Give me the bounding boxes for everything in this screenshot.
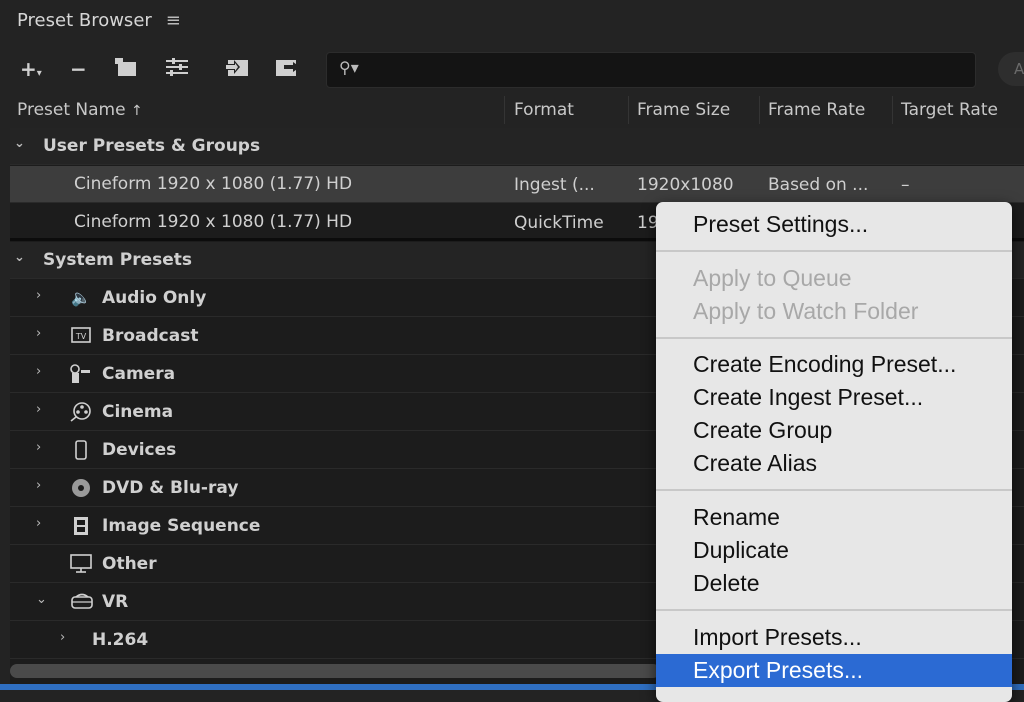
menu-item-export-presets[interactable]: Export Presets... bbox=[656, 654, 1012, 687]
preset-name: Cineform 1920 x 1080 (1.77) HD bbox=[74, 174, 353, 194]
chevron-right-icon[interactable]: › bbox=[60, 630, 65, 645]
group-user-presets[interactable]: ⌄ User Presets & Groups bbox=[10, 128, 1024, 165]
category-label: Audio Only bbox=[102, 288, 207, 308]
preset-target-rate: – bbox=[901, 175, 910, 195]
filmstrip-icon bbox=[70, 516, 92, 540]
menu-item-apply-to-watch-folder[interactable]: Apply to Watch Folder bbox=[656, 295, 1012, 328]
column-divider bbox=[628, 96, 629, 124]
search-input[interactable] bbox=[371, 57, 965, 83]
remove-preset-icon[interactable]: − bbox=[70, 56, 87, 82]
category-label: Devices bbox=[102, 440, 177, 460]
preset-name: Cineform 1920 x 1080 (1.77) HD bbox=[74, 212, 353, 232]
menu-item-create-encoding-preset[interactable]: Create Encoding Preset... bbox=[656, 348, 1012, 381]
preset-settings-icon[interactable] bbox=[164, 56, 190, 82]
category-label: VR bbox=[102, 592, 129, 612]
toolbar: +▾ − ⚲▾ A bbox=[0, 50, 1024, 90]
group-label: User Presets & Groups bbox=[43, 136, 261, 156]
export-presets-icon[interactable] bbox=[274, 56, 302, 82]
apply-button[interactable]: A bbox=[998, 52, 1024, 86]
category-label: Image Sequence bbox=[102, 516, 261, 536]
chevron-right-icon[interactable]: › bbox=[36, 516, 41, 531]
new-group-icon[interactable] bbox=[114, 56, 140, 82]
column-preset-name[interactable]: Preset Name ↑ bbox=[17, 100, 143, 120]
chevron-right-icon[interactable]: › bbox=[36, 364, 41, 379]
panel-title: Preset Browser bbox=[17, 9, 152, 31]
category-label: Other bbox=[102, 554, 157, 574]
film-reel-icon bbox=[70, 402, 92, 426]
chevron-right-icon[interactable]: › bbox=[36, 478, 41, 493]
horizontal-scrollbar[interactable] bbox=[10, 664, 660, 678]
menu-item-preset-settings[interactable]: Preset Settings... bbox=[656, 208, 1012, 241]
column-frame-rate[interactable]: Frame Rate bbox=[768, 100, 865, 120]
category-label: DVD & Blu-ray bbox=[102, 478, 239, 498]
group-label: System Presets bbox=[43, 250, 192, 270]
column-divider bbox=[892, 96, 893, 124]
column-frame-size[interactable]: Frame Size bbox=[637, 100, 730, 120]
column-divider bbox=[759, 96, 760, 124]
panel-header: Preset Browser ≡ bbox=[0, 0, 1024, 40]
menu-item-rename[interactable]: Rename bbox=[656, 501, 1012, 534]
menu-separator bbox=[656, 609, 1012, 611]
context-menu: Preset Settings... Apply to Queue Apply … bbox=[656, 202, 1012, 702]
menu-separator bbox=[656, 489, 1012, 491]
hamburger-icon[interactable]: ≡ bbox=[166, 10, 181, 31]
add-preset-icon[interactable]: +▾ bbox=[20, 56, 42, 82]
camera-icon bbox=[70, 364, 92, 388]
column-divider bbox=[504, 96, 505, 124]
search-box[interactable]: ⚲▾ bbox=[326, 52, 976, 88]
chevron-right-icon[interactable]: › bbox=[36, 402, 41, 417]
chevron-down-icon[interactable]: ⌄ bbox=[36, 592, 47, 607]
chevron-down-icon[interactable]: ⌄ bbox=[14, 250, 25, 265]
preset-frame-rate: Based on ... bbox=[768, 175, 869, 195]
sort-ascending-icon: ↑ bbox=[130, 103, 143, 119]
preset-format: QuickTime bbox=[514, 213, 604, 233]
menu-item-create-alias[interactable]: Create Alias bbox=[656, 447, 1012, 480]
chevron-right-icon[interactable]: › bbox=[36, 440, 41, 455]
menu-item-duplicate[interactable]: Duplicate bbox=[656, 534, 1012, 567]
menu-item-create-ingest-preset[interactable]: Create Ingest Preset... bbox=[656, 381, 1012, 414]
svg-text:TV: TV bbox=[75, 332, 87, 341]
category-label: Camera bbox=[102, 364, 176, 384]
import-presets-icon[interactable] bbox=[222, 56, 250, 82]
category-label: H.264 bbox=[92, 630, 149, 650]
menu-separator bbox=[656, 250, 1012, 252]
menu-item-delete[interactable]: Delete bbox=[656, 567, 1012, 600]
preset-row[interactable]: Cineform 1920 x 1080 (1.77) HD Ingest (.… bbox=[10, 166, 1024, 203]
category-label: Cinema bbox=[102, 402, 174, 422]
preset-format: Ingest (... bbox=[514, 175, 595, 195]
chevron-right-icon[interactable]: › bbox=[36, 288, 41, 303]
menu-separator bbox=[656, 337, 1012, 339]
vr-headset-icon bbox=[70, 592, 93, 616]
phone-icon bbox=[70, 440, 92, 464]
category-label: Broadcast bbox=[102, 326, 199, 346]
menu-item-import-presets[interactable]: Import Presets... bbox=[656, 621, 1012, 654]
preset-frame-size: 1920x1080 bbox=[637, 175, 734, 195]
search-icon: ⚲▾ bbox=[339, 58, 359, 77]
speaker-icon: 🔈 bbox=[71, 288, 91, 307]
column-header-row: Preset Name ↑ Format Frame Size Frame Ra… bbox=[0, 92, 1024, 128]
chevron-down-icon[interactable]: ⌄ bbox=[14, 136, 25, 151]
disc-icon bbox=[70, 478, 92, 502]
menu-item-create-group[interactable]: Create Group bbox=[656, 414, 1012, 447]
column-format[interactable]: Format bbox=[514, 100, 574, 120]
tv-icon: TV bbox=[70, 326, 92, 348]
menu-item-apply-to-queue[interactable]: Apply to Queue bbox=[656, 262, 1012, 295]
column-target-rate[interactable]: Target Rate bbox=[901, 100, 998, 120]
monitor-icon bbox=[70, 554, 92, 578]
chevron-right-icon[interactable]: › bbox=[36, 326, 41, 341]
